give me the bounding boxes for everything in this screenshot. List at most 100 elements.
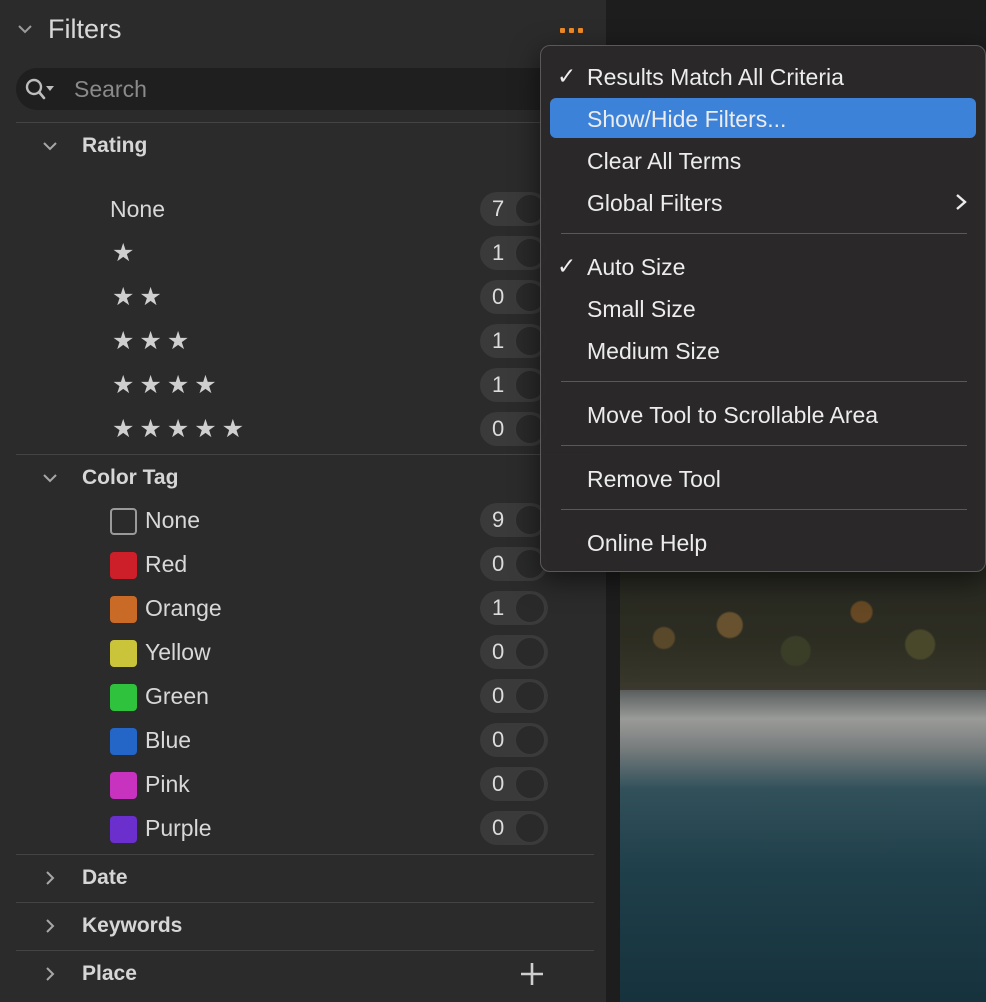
menu-item-label: Medium Size	[587, 338, 720, 364]
color-label: Yellow	[145, 639, 211, 665]
menu-item-global-filters[interactable]: Global Filters	[550, 182, 976, 222]
more-options-icon[interactable]	[560, 20, 592, 40]
color-label: Purple	[145, 815, 212, 841]
count-value: 0	[492, 551, 505, 576]
star-icon: ★★★★★	[112, 415, 250, 443]
toggle-knob	[514, 636, 546, 668]
search-icon[interactable]	[24, 77, 58, 101]
chevron-right-icon	[46, 871, 55, 885]
filter-toggle[interactable]: 0	[480, 412, 548, 446]
chevron-down-icon	[43, 142, 57, 151]
toggle-knob	[514, 768, 546, 800]
section-title: Date	[82, 866, 128, 889]
rating-row-2[interactable]: ★★ 0	[108, 280, 568, 320]
color-tag-row-blue[interactable]: Blue 0	[108, 723, 568, 763]
chevron-down-icon[interactable]	[16, 20, 34, 38]
photo-thumbnail[interactable]	[620, 560, 986, 1002]
filter-toggle[interactable]: 1	[480, 591, 548, 625]
color-label: Green	[145, 683, 209, 709]
divider	[16, 454, 594, 455]
color-tag-row-pink[interactable]: Pink 0	[108, 767, 568, 807]
rating-row-3[interactable]: ★★★ 1	[108, 324, 568, 364]
menu-item-clear-all-terms[interactable]: Clear All Terms	[550, 140, 976, 180]
photo-treeline	[620, 560, 986, 690]
color-swatch	[110, 728, 137, 755]
count-value: 0	[492, 416, 505, 441]
filter-toggle[interactable]: 7	[480, 192, 548, 226]
filter-toggle[interactable]: 0	[480, 679, 548, 713]
color-tag-row-orange[interactable]: Orange 1	[108, 591, 568, 631]
menu-item-small-size[interactable]: Small Size	[550, 288, 976, 328]
chevron-down-icon	[43, 474, 57, 483]
divider	[16, 122, 594, 123]
search-input[interactable]	[74, 73, 544, 105]
filter-toggle[interactable]: 0	[480, 767, 548, 801]
star-icon: ★★	[112, 283, 167, 311]
count-value: 1	[492, 328, 505, 353]
color-tag-row-green[interactable]: Green 0	[108, 679, 568, 719]
color-tag-row-yellow[interactable]: Yellow 0	[108, 635, 568, 675]
menu-item-label: Move Tool to Scrollable Area	[587, 402, 879, 428]
section-color-tag-header[interactable]: Color Tag	[40, 462, 178, 494]
checkmark-icon: ✓	[557, 253, 577, 279]
rating-row-1[interactable]: ★ 1	[108, 236, 568, 276]
menu-item-label: Online Help	[587, 530, 708, 556]
menu-item-show-hide-filters[interactable]: Show/Hide Filters...	[550, 98, 976, 138]
menu-item-auto-size[interactable]: ✓ Auto Size	[550, 246, 976, 286]
color-tag-row-red[interactable]: Red 0	[108, 547, 568, 587]
menu-item-label: Remove Tool	[587, 466, 721, 492]
section-title: Rating	[82, 134, 148, 157]
color-tag-row-purple[interactable]: Purple 0	[108, 811, 568, 851]
filter-toggle[interactable]: 0	[480, 280, 548, 314]
menu-item-move-tool[interactable]: Move Tool to Scrollable Area	[550, 394, 976, 434]
filter-toggle[interactable]: 1	[480, 324, 548, 358]
chevron-right-icon	[46, 919, 55, 933]
section-title: Place	[82, 962, 137, 985]
menu-item-label: Show/Hide Filters...	[587, 106, 787, 132]
filter-toggle[interactable]: 9	[480, 503, 548, 537]
divider	[16, 902, 594, 903]
count-value: 0	[492, 815, 505, 840]
filters-header: Filters	[0, 0, 606, 60]
count-value: 1	[492, 595, 505, 620]
count-value: 1	[492, 240, 505, 265]
menu-item-remove-tool[interactable]: Remove Tool	[550, 458, 976, 498]
section-date-header[interactable]: Date	[40, 862, 128, 894]
filter-toggle[interactable]: 0	[480, 635, 548, 669]
count-value: 0	[492, 284, 505, 309]
menu-separator	[561, 445, 967, 446]
filter-toggle[interactable]: 1	[480, 368, 548, 402]
color-swatch	[110, 684, 137, 711]
color-label: Orange	[145, 595, 222, 621]
color-label: Red	[145, 551, 188, 577]
rating-row-5[interactable]: ★★★★★ 0	[108, 412, 568, 452]
count-value: 1	[492, 372, 505, 397]
section-keywords-header[interactable]: Keywords	[40, 910, 182, 942]
color-tag-row-none[interactable]: None 9	[108, 503, 568, 543]
divider	[16, 950, 594, 951]
rating-row-4[interactable]: ★★★★ 1	[108, 368, 568, 408]
rating-row-none[interactable]: None 7	[108, 192, 568, 232]
plus-icon[interactable]	[518, 960, 546, 988]
filter-toggle[interactable]: 0	[480, 547, 548, 581]
section-place-header[interactable]: Place	[40, 958, 137, 990]
filter-toggle[interactable]: 0	[480, 811, 548, 845]
filter-toggle[interactable]: 0	[480, 723, 548, 757]
divider	[16, 854, 594, 855]
toggle-knob	[514, 680, 546, 712]
menu-item-results-match-all[interactable]: ✓ Results Match All Criteria	[550, 56, 976, 96]
section-rating-header[interactable]: Rating	[40, 130, 147, 162]
filters-panel: Filters Rating None 7 ★ 1 ★★	[0, 0, 606, 1002]
color-label: None	[145, 507, 200, 533]
count-value: 0	[492, 727, 505, 752]
toggle-knob	[514, 724, 546, 756]
menu-item-online-help[interactable]: Online Help	[550, 522, 976, 562]
color-label: Blue	[145, 727, 192, 753]
filter-toggle[interactable]: 1	[480, 236, 548, 270]
menu-item-label: Results Match All Criteria	[587, 64, 844, 90]
star-icon: ★★★★	[112, 371, 222, 399]
section-title: Keywords	[82, 914, 183, 937]
menu-item-medium-size[interactable]: Medium Size	[550, 330, 976, 370]
menu-separator	[561, 381, 967, 382]
color-swatch	[110, 552, 137, 579]
